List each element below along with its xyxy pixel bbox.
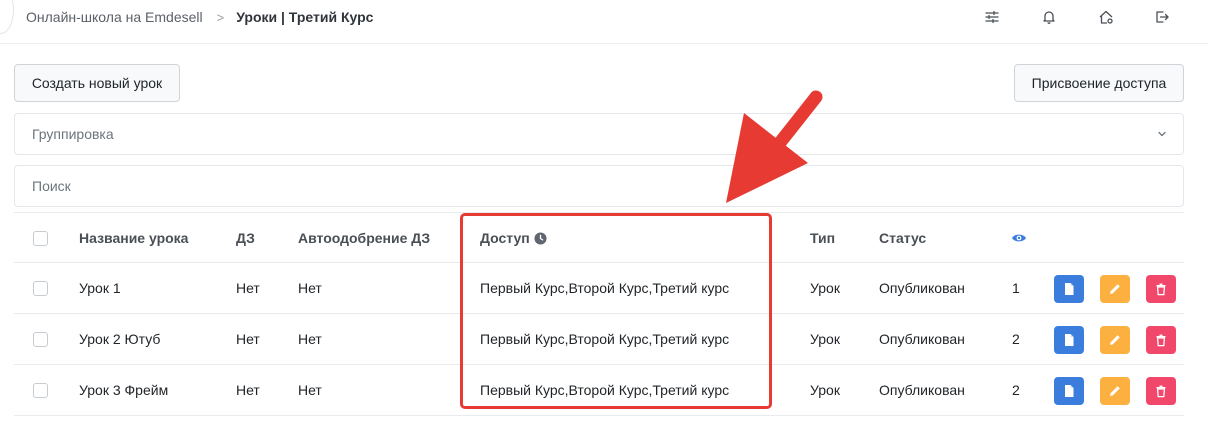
table-header: Название урока ДЗ Автоодобрение ДЗ Досту… [14, 212, 1184, 263]
breadcrumb: Онлайн-школа на Emdesell > Уроки | Трети… [26, 0, 373, 34]
delete-lesson-button[interactable] [1146, 377, 1176, 405]
delete-lesson-button[interactable] [1146, 275, 1176, 303]
column-access-label: Доступ [480, 230, 530, 246]
table-row: Урок 3 Фрейм Нет Нет Первый Курс,Второй … [14, 365, 1184, 416]
lesson-status: Опубликован [879, 331, 965, 347]
column-hw-header[interactable]: ДЗ [236, 213, 255, 263]
pencil-icon [1110, 284, 1120, 294]
lesson-hw: Нет [236, 280, 260, 296]
home-settings-icon[interactable] [1097, 8, 1115, 26]
bell-icon[interactable] [1040, 8, 1058, 26]
document-icon [1065, 283, 1074, 295]
column-access-header[interactable]: Доступ [480, 213, 547, 263]
lesson-auto-approve: Нет [298, 280, 322, 296]
lesson-type: Урок [810, 331, 840, 347]
breadcrumb-school-link[interactable]: Онлайн-школа на Emdesell [26, 9, 203, 25]
document-icon [1065, 385, 1074, 397]
grouping-label: Группировка [32, 126, 114, 142]
row-checkbox[interactable] [33, 281, 48, 296]
table-row: Урок 1 Нет Нет Первый Курс,Второй Курс,Т… [14, 263, 1184, 314]
lesson-hw: Нет [236, 382, 260, 398]
lesson-auto-approve: Нет [298, 382, 322, 398]
sidebar-toggle-edge[interactable] [0, 0, 14, 34]
page-title: Уроки | Третий Курс [236, 9, 374, 25]
column-name-header[interactable]: Название урока [79, 213, 188, 263]
lesson-status: Опубликован [879, 382, 965, 398]
lesson-type: Урок [810, 280, 840, 296]
edit-lesson-button[interactable] [1100, 275, 1130, 303]
select-all-checkbox[interactable] [33, 231, 48, 246]
clock-icon [534, 232, 547, 245]
document-icon [1065, 334, 1074, 346]
logout-icon[interactable] [1153, 8, 1171, 26]
lesson-access: Первый Курс,Второй Курс,Третий курс [480, 280, 730, 296]
lesson-auto-approve: Нет [298, 331, 322, 347]
column-status-header[interactable]: Статус [879, 213, 926, 263]
trash-icon [1156, 385, 1166, 398]
sliders-icon[interactable] [983, 8, 1001, 26]
lesson-name: Урок 1 [79, 280, 121, 296]
chevron-down-icon [1158, 131, 1166, 137]
view-lesson-button[interactable] [1054, 275, 1084, 303]
lesson-views: 2 [1012, 331, 1020, 347]
eye-icon [1012, 234, 1026, 242]
top-bar: Онлайн-школа на Emdesell > Уроки | Трети… [0, 0, 1208, 44]
pencil-icon [1110, 386, 1120, 396]
breadcrumb-separator: > [216, 9, 225, 25]
search-input[interactable] [15, 166, 1183, 206]
view-lesson-button[interactable] [1054, 377, 1084, 405]
create-lesson-button[interactable]: Создать новый урок [14, 64, 180, 102]
lesson-access: Первый Курс,Второй Курс,Третий курс [480, 331, 730, 347]
edit-lesson-button[interactable] [1100, 326, 1130, 354]
lesson-type: Урок [810, 382, 840, 398]
row-checkbox[interactable] [33, 332, 48, 347]
edit-lesson-button[interactable] [1100, 377, 1130, 405]
lesson-hw: Нет [236, 331, 260, 347]
column-auto-approve-header[interactable]: Автоодобрение ДЗ [298, 213, 430, 263]
pencil-icon [1110, 335, 1120, 345]
trash-icon [1156, 283, 1166, 296]
search-box [14, 165, 1184, 207]
lesson-access: Первый Курс,Второй Курс,Третий курс [480, 382, 730, 398]
view-lesson-button[interactable] [1054, 326, 1084, 354]
delete-lesson-button[interactable] [1146, 326, 1176, 354]
trash-icon [1156, 334, 1166, 347]
lesson-name: Урок 3 Фрейм [79, 382, 169, 398]
table-row: Урок 2 Ютуб Нет Нет Первый Курс,Второй К… [14, 314, 1184, 365]
row-checkbox[interactable] [33, 383, 48, 398]
lesson-status: Опубликован [879, 280, 965, 296]
column-type-header[interactable]: Тип [810, 213, 835, 263]
lesson-views: 1 [1012, 280, 1020, 296]
assign-access-button[interactable]: Присвоение доступа [1014, 64, 1184, 102]
lesson-name: Урок 2 Ютуб [79, 331, 161, 347]
grouping-select[interactable]: Группировка [14, 113, 1184, 155]
lesson-views: 2 [1012, 382, 1020, 398]
